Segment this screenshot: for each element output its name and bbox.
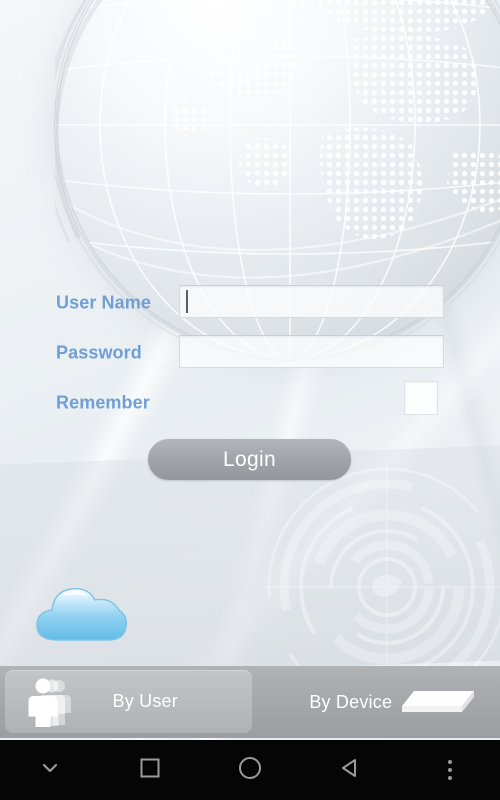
- back-button[interactable]: [300, 740, 400, 800]
- text-caret: [186, 290, 188, 313]
- square-icon: [138, 756, 162, 785]
- password-row: Password: [0, 333, 500, 373]
- circle-icon: [237, 755, 263, 786]
- username-row: User Name: [0, 283, 500, 323]
- device-box-icon: [400, 687, 476, 717]
- password-input[interactable]: [179, 335, 444, 368]
- login-form: User Name Password Remember Login: [0, 283, 500, 480]
- phone-screen: User Name Password Remember Login By Use…: [0, 0, 500, 800]
- recents-button[interactable]: [100, 740, 200, 800]
- tab-by-user-label: By User: [112, 691, 178, 711]
- overflow-menu-button[interactable]: [400, 740, 500, 800]
- tab-by-device[interactable]: By Device: [254, 666, 500, 738]
- android-navigation-bar: [0, 740, 500, 800]
- cloud-icon: [36, 588, 128, 641]
- home-button[interactable]: [200, 740, 300, 800]
- login-button[interactable]: Login: [148, 439, 351, 480]
- remember-label: Remember: [56, 392, 150, 413]
- chevron-down-icon: [39, 757, 61, 784]
- three-dots-icon: [448, 760, 452, 780]
- username-label: User Name: [56, 292, 151, 313]
- remember-row: Remember: [0, 381, 500, 423]
- username-input[interactable]: [179, 285, 444, 318]
- hide-keyboard-button[interactable]: [0, 740, 100, 800]
- remember-checkbox[interactable]: [404, 381, 438, 415]
- triangle-left-icon: [338, 756, 362, 785]
- tab-by-device-label: By Device: [309, 691, 393, 712]
- password-label: Password: [56, 342, 142, 363]
- bottom-tab-bar: By User By Device: [0, 666, 500, 738]
- tab-by-user[interactable]: By User: [5, 670, 252, 733]
- login-screen: User Name Password Remember Login: [0, 0, 500, 740]
- people-group-icon: [27, 677, 73, 727]
